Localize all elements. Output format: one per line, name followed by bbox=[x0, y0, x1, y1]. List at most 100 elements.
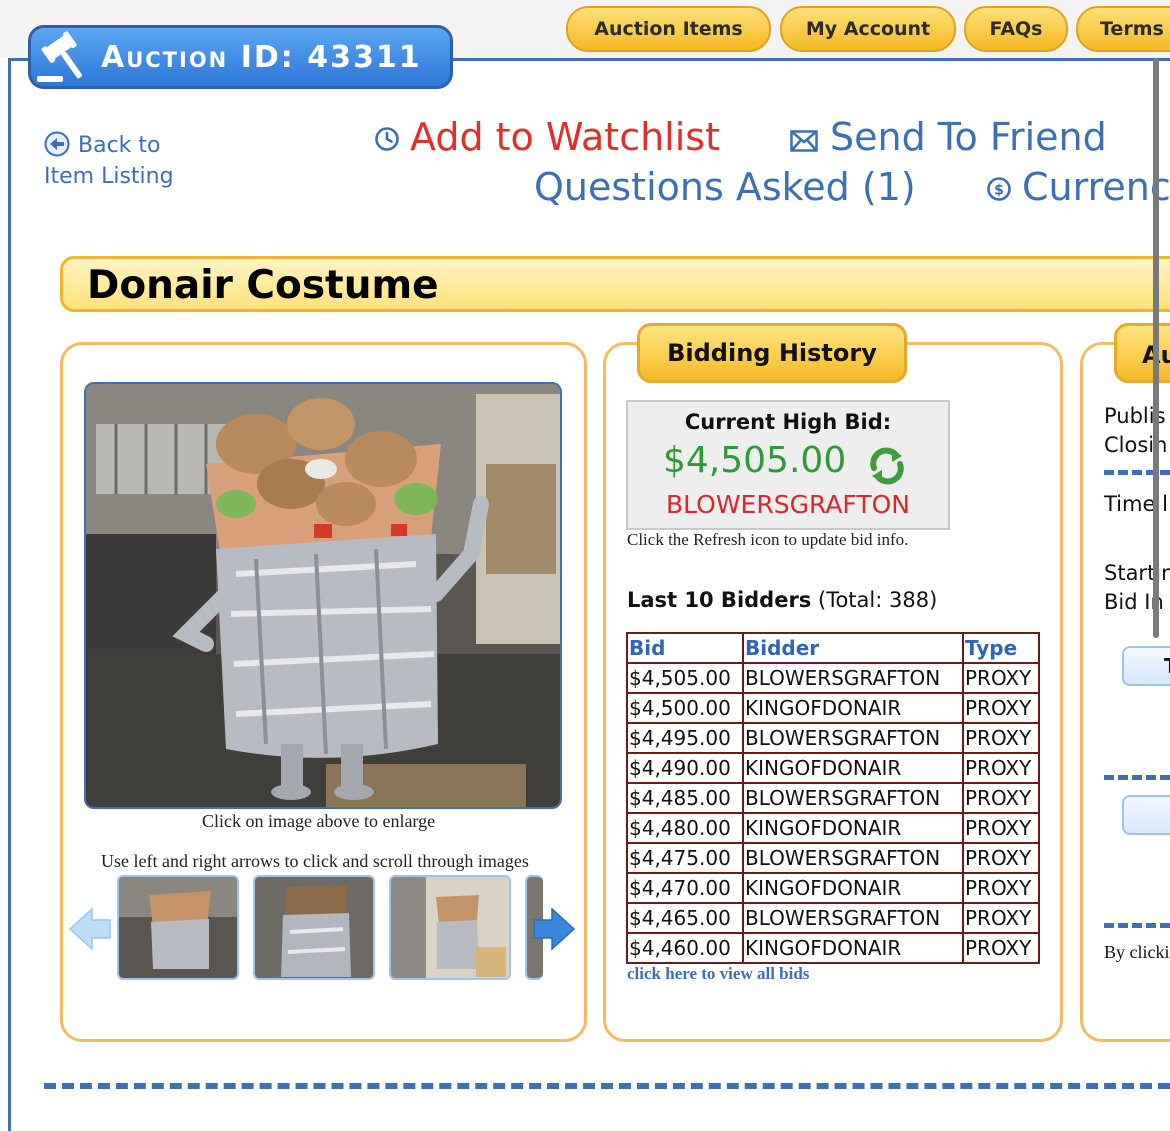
table-row: $4,475.00 BLOWERSGRAFTON PROXY bbox=[626, 842, 1040, 874]
table-row: $4,480.00 KINGOFDONAIR PROXY bbox=[626, 812, 1040, 844]
bidder-name-cell: BLOWERSGRAFTON bbox=[742, 902, 964, 934]
bids-table-header: Bid Bidder Type bbox=[626, 632, 1040, 664]
item-title: Donair Costume bbox=[87, 263, 439, 308]
back-to-listing-link[interactable]: Back to Item Listing bbox=[44, 130, 214, 192]
last-bidders-label: Last 10 Bidders bbox=[627, 588, 812, 612]
back-link-line2: Item Listing bbox=[44, 164, 174, 189]
bidder-name-cell: BLOWERSGRAFTON bbox=[742, 662, 964, 694]
thumbnail-image bbox=[255, 877, 373, 978]
info-divider bbox=[1104, 923, 1170, 928]
thumbnail-image bbox=[119, 877, 237, 978]
bid-type-cell: PROXY bbox=[962, 752, 1040, 784]
table-row: $4,465.00 BLOWERSGRAFTON PROXY bbox=[626, 902, 1040, 934]
nav-tab-my-account[interactable]: My Account bbox=[780, 6, 956, 52]
currency-label: Currenc bbox=[1022, 165, 1170, 209]
back-link-line1: Back to bbox=[78, 133, 161, 158]
info-secondary-button[interactable] bbox=[1122, 795, 1170, 835]
thumbnail-1[interactable] bbox=[117, 875, 239, 980]
gavel-icon bbox=[37, 31, 83, 82]
info-divider bbox=[1104, 775, 1170, 780]
dollar-icon: $ bbox=[987, 177, 1011, 201]
column-header-bid: Bid bbox=[626, 632, 744, 664]
bid-type-cell: PROXY bbox=[962, 662, 1040, 694]
bid-type-cell: PROXY bbox=[962, 812, 1040, 844]
auction-id-badge: Auction ID: 43311 bbox=[28, 25, 453, 89]
bidder-name-cell: BLOWERSGRAFTON bbox=[742, 782, 964, 814]
view-all-bids-link[interactable]: click here to view all bids bbox=[627, 964, 809, 984]
bid-type-cell: PROXY bbox=[962, 932, 1040, 964]
table-row: $4,485.00 BLOWERSGRAFTON PROXY bbox=[626, 782, 1040, 814]
nav-tab-faqs[interactable]: FAQs bbox=[964, 6, 1068, 52]
table-row: $4,490.00 KINGOFDONAIR PROXY bbox=[626, 752, 1040, 784]
bid-amount-cell: $4,500.00 bbox=[626, 692, 744, 724]
bid-type-cell: PROXY bbox=[962, 872, 1040, 904]
watchlist-label: Add to Watchlist bbox=[410, 115, 720, 159]
table-row: $4,505.00 BLOWERSGRAFTON PROXY bbox=[626, 662, 1040, 694]
starting-bid-label: Startin bbox=[1104, 561, 1170, 585]
bidder-name-cell: BLOWERSGRAFTON bbox=[742, 722, 964, 754]
thumbnail-image bbox=[391, 877, 509, 978]
bidder-name-cell: KINGOFDONAIR bbox=[742, 932, 964, 964]
bidder-name-cell: KINGOFDONAIR bbox=[742, 872, 964, 904]
thumbnail-2[interactable] bbox=[253, 875, 375, 980]
currency-link[interactable]: $ Currenc bbox=[986, 165, 1170, 209]
bidder-name-cell: BLOWERSGRAFTON bbox=[742, 842, 964, 874]
high-bidder-name: BLOWERSGRAFTON bbox=[665, 490, 911, 519]
bid-amount-cell: $4,490.00 bbox=[626, 752, 744, 784]
questions-asked-link[interactable]: Questions Asked (1) bbox=[534, 165, 916, 209]
main-item-photo[interactable] bbox=[84, 382, 562, 809]
bid-amount-cell: $4,465.00 bbox=[626, 902, 744, 934]
table-row: $4,500.00 KINGOFDONAIR PROXY bbox=[626, 692, 1040, 724]
bidding-history-tab: Bidding History bbox=[637, 323, 907, 383]
total-bids-count: (Total: 388) bbox=[818, 588, 938, 612]
info-action-button[interactable]: T bbox=[1122, 646, 1170, 686]
auction-id-label: Auction ID: 43311 bbox=[101, 39, 422, 75]
column-header-bidder: Bidder bbox=[742, 632, 964, 664]
bottom-divider bbox=[44, 1083, 1170, 1089]
high-bid-amount: $4,505.00 bbox=[663, 440, 847, 481]
bid-type-cell: PROXY bbox=[962, 842, 1040, 874]
bid-amount-cell: $4,480.00 bbox=[626, 812, 744, 844]
nav-tab-auction-items[interactable]: Auction Items bbox=[566, 6, 771, 52]
refresh-hint: Click the Refresh icon to update bid inf… bbox=[627, 530, 909, 549]
donair-costume-image bbox=[86, 384, 560, 807]
bid-amount-cell: $4,495.00 bbox=[626, 722, 744, 754]
column-header-type: Type bbox=[962, 632, 1040, 664]
bid-type-cell: PROXY bbox=[962, 902, 1040, 934]
next-image-arrow-icon[interactable] bbox=[532, 905, 576, 953]
bid-type-cell: PROXY bbox=[962, 722, 1040, 754]
bidder-name-cell: KINGOFDONAIR bbox=[742, 752, 964, 784]
bidder-name-cell: KINGOFDONAIR bbox=[742, 812, 964, 844]
high-bid-label: Current High Bid: bbox=[684, 410, 892, 434]
vertical-scrollbar[interactable] bbox=[1153, 58, 1159, 638]
bid-amount-cell: $4,505.00 bbox=[626, 662, 744, 694]
prev-image-arrow-icon[interactable] bbox=[68, 905, 112, 953]
bid-amount-cell: $4,460.00 bbox=[626, 932, 744, 964]
send-to-friend-link[interactable]: Send To Friend bbox=[790, 115, 1107, 159]
envelope-icon bbox=[790, 130, 818, 152]
bid-amount-cell: $4,475.00 bbox=[626, 842, 744, 874]
table-row: $4,470.00 KINGOFDONAIR PROXY bbox=[626, 872, 1040, 904]
bids-table: Bid Bidder Type $4,505.00 BLOWERSGRAFTON P… bbox=[626, 632, 1040, 964]
svg-text:$: $ bbox=[994, 183, 1004, 199]
bid-amount-cell: $4,470.00 bbox=[626, 872, 744, 904]
back-arrow-icon bbox=[44, 131, 70, 157]
disclaimer-text: By clicki bbox=[1104, 942, 1170, 962]
clock-icon bbox=[375, 127, 399, 151]
thumbnail-3[interactable] bbox=[389, 875, 511, 980]
bid-amount-cell: $4,485.00 bbox=[626, 782, 744, 814]
bid-type-cell: PROXY bbox=[962, 782, 1040, 814]
enlarge-hint: Click on image above to enlarge bbox=[202, 811, 436, 831]
table-row: $4,495.00 BLOWERSGRAFTON PROXY bbox=[626, 722, 1040, 754]
send-friend-label: Send To Friend bbox=[830, 115, 1107, 159]
auction-info-tab: Au bbox=[1114, 323, 1170, 383]
refresh-icon[interactable] bbox=[866, 446, 908, 486]
nav-tab-terms[interactable]: Terms bbox=[1076, 6, 1170, 52]
add-to-watchlist-link[interactable]: Add to Watchlist bbox=[374, 115, 720, 159]
bidder-name-cell: KINGOFDONAIR bbox=[742, 692, 964, 724]
scroll-hint: Use left and right arrows to click and s… bbox=[101, 851, 529, 871]
bid-type-cell: PROXY bbox=[962, 692, 1040, 724]
info-divider bbox=[1104, 470, 1170, 475]
last-bidders-heading: Last 10 Bidders (Total: 388) bbox=[627, 588, 937, 612]
item-title-bar: Donair Costume bbox=[60, 256, 1170, 312]
